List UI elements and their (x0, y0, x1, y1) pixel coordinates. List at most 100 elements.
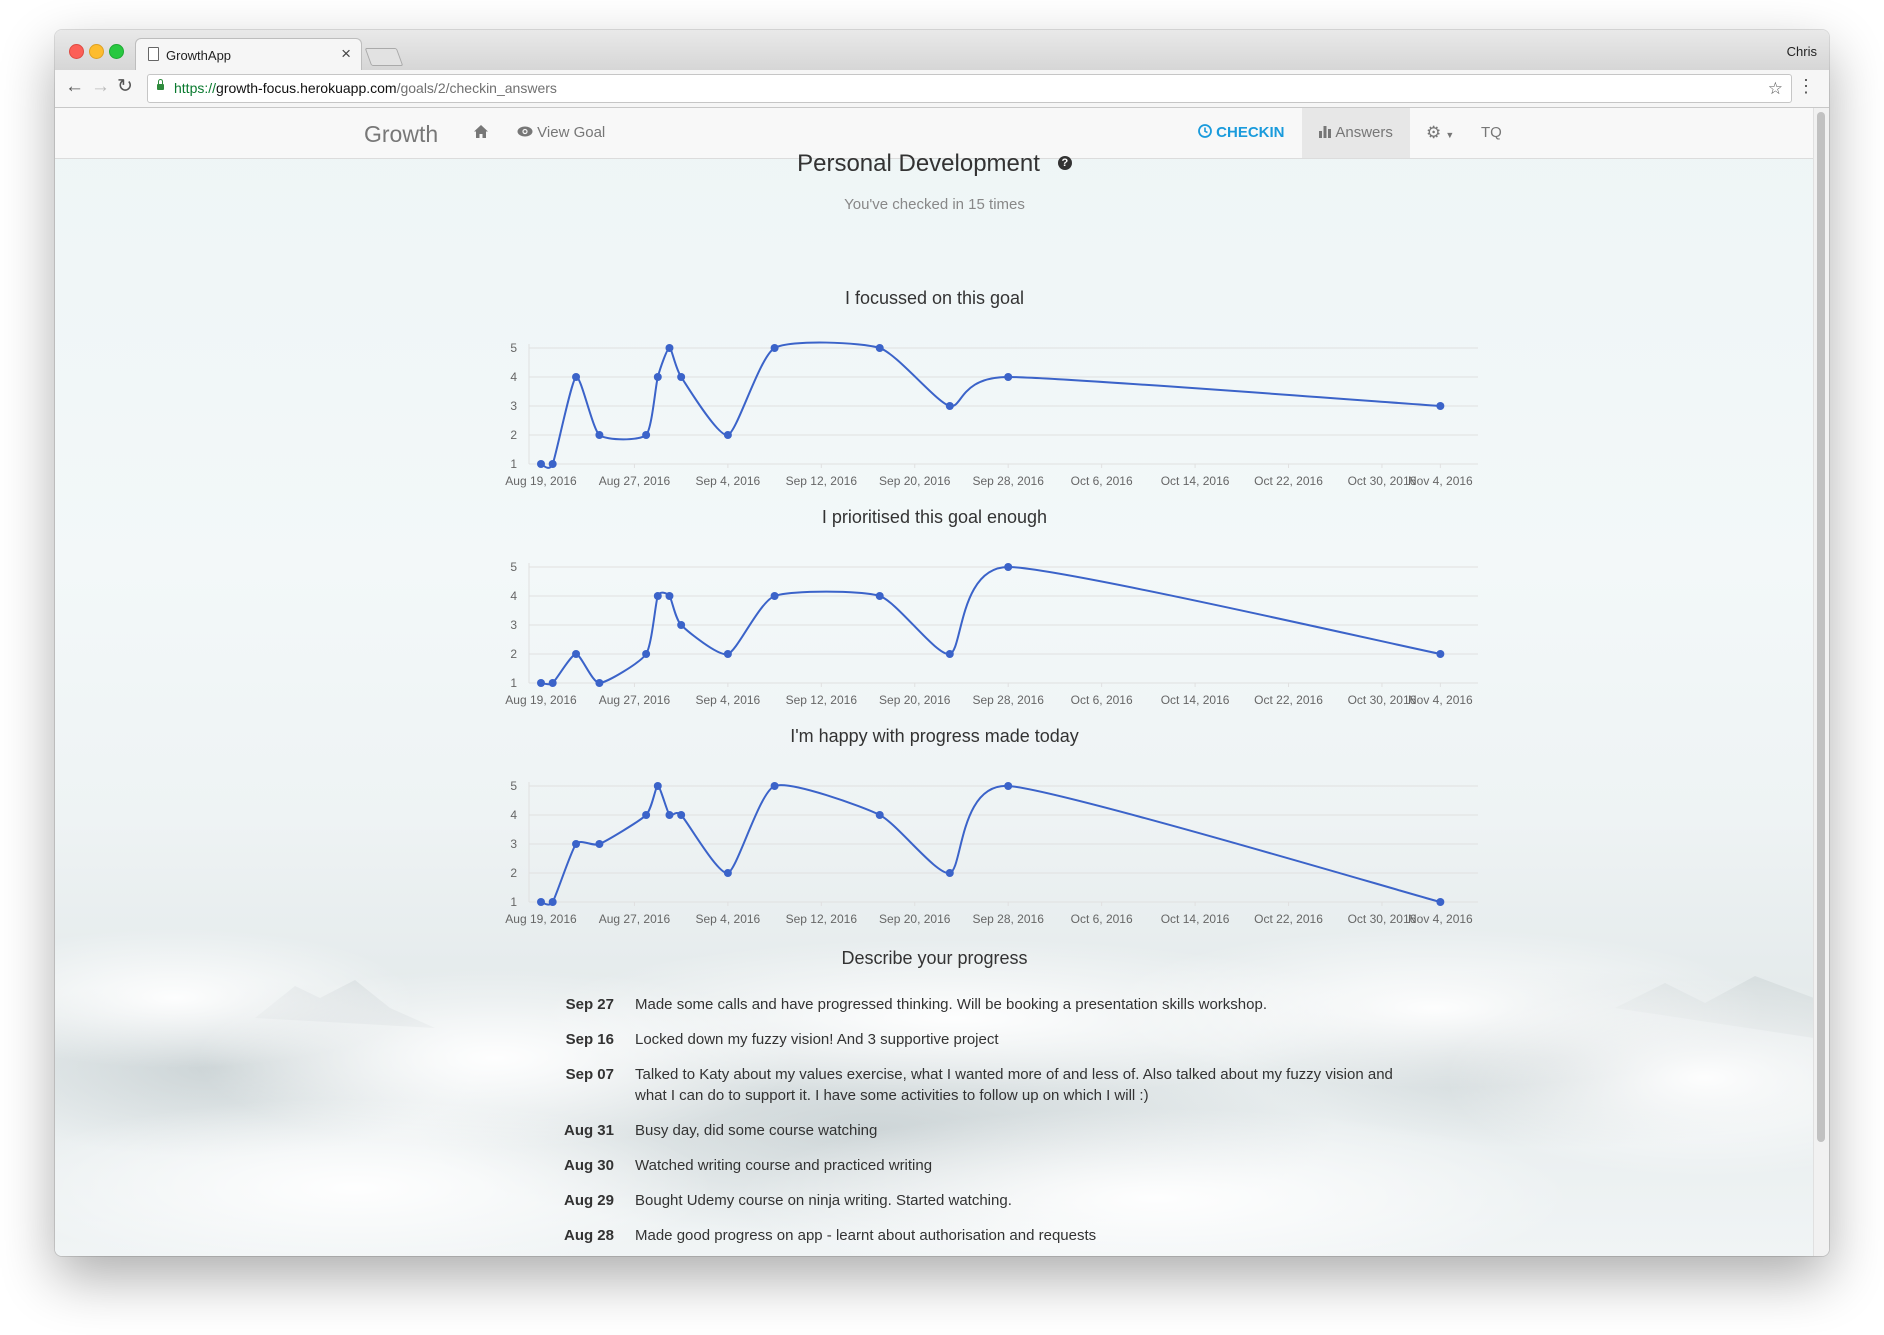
data-point[interactable] (572, 840, 581, 848)
data-point[interactable] (723, 650, 732, 658)
entry-date: Aug 29 (563, 1192, 614, 1209)
data-point[interactable] (677, 373, 686, 381)
forward-arrow-icon[interactable]: → (91, 77, 110, 97)
x-tick-label: Nov 4, 2016 (1408, 474, 1473, 488)
x-tick-label: Oct 30, 2016 (1348, 474, 1417, 488)
data-point[interactable] (945, 402, 954, 410)
minimize-window-button[interactable] (89, 44, 104, 59)
line-chart-focus: 1 2 3 4 5 Aug 19, 2016 Aug 27, 2016 Sep 4, 2016… (505, 341, 1478, 488)
x-tick-label: Aug 27, 2016 (599, 912, 671, 926)
data-point[interactable] (1436, 402, 1445, 410)
y-tick-label: 3 (510, 618, 517, 632)
data-point[interactable] (537, 898, 545, 906)
close-window-button[interactable] (69, 44, 84, 59)
data-point[interactable] (548, 898, 557, 906)
y-tick-label: 3 (510, 399, 517, 413)
scrollbar-thumb[interactable] (1817, 112, 1825, 1142)
data-point[interactable] (770, 782, 779, 790)
data-point[interactable] (665, 811, 674, 819)
x-tick-label: Aug 19, 2016 (505, 474, 577, 488)
entry-date: Sep 07 (565, 1066, 614, 1083)
data-point[interactable] (548, 679, 557, 687)
bookmark-star-icon[interactable]: ☆ (1768, 75, 1783, 102)
view-goal-label: View Goal (537, 124, 606, 141)
data-point[interactable] (572, 650, 581, 658)
data-point[interactable] (665, 344, 674, 352)
entry-date: Sep 27 (565, 996, 614, 1013)
x-tick-label: Oct 14, 2016 (1161, 693, 1230, 707)
data-point[interactable] (642, 431, 651, 439)
checkin-label: CHECKIN (1216, 124, 1285, 141)
data-point[interactable] (595, 840, 604, 848)
data-point[interactable] (665, 592, 674, 600)
y-tick-label: 4 (510, 808, 517, 822)
browser-menu-icon[interactable]: ⋮ (1797, 76, 1815, 96)
back-arrow-icon[interactable]: ← (65, 77, 84, 97)
new-tab-button[interactable] (364, 48, 404, 66)
progress-entry: Aug 30 Watched writing course and practic… (545, 1155, 1395, 1176)
progress-entry: Sep 16 Locked down my fuzzy vision! And 3… (545, 1029, 1395, 1050)
y-tick-label: 2 (510, 428, 517, 442)
progress-entry: Sep 27 Made some calls and have progresse… (545, 994, 1395, 1015)
x-tick-label: Sep 28, 2016 (972, 693, 1044, 707)
data-point[interactable] (1004, 563, 1013, 571)
data-point[interactable] (677, 621, 686, 629)
data-point[interactable] (945, 869, 954, 877)
data-point[interactable] (653, 373, 662, 381)
x-tick-label: Sep 20, 2016 (879, 693, 951, 707)
data-point[interactable] (653, 782, 662, 790)
y-tick-label: 1 (510, 676, 517, 690)
x-tick-label: Oct 30, 2016 (1348, 693, 1417, 707)
x-tick-label: Oct 6, 2016 (1071, 693, 1133, 707)
x-tick-label: Oct 22, 2016 (1254, 693, 1323, 707)
x-tick-label: Aug 19, 2016 (505, 693, 577, 707)
x-tick-label: Sep 12, 2016 (786, 474, 858, 488)
data-point[interactable] (653, 592, 662, 600)
data-point[interactable] (875, 811, 884, 819)
data-point[interactable] (1004, 782, 1013, 790)
browser-tab[interactable]: GrowthApp × (135, 38, 362, 71)
y-tick-label: 4 (510, 370, 517, 384)
data-point[interactable] (537, 679, 545, 687)
chart-title-focus: I focussed on this goal (844, 288, 1025, 308)
data-point[interactable] (875, 592, 884, 600)
data-point[interactable] (642, 811, 651, 819)
progress-list: Sep 27 Made some calls and have progresse… (545, 994, 1395, 1256)
address-bar[interactable]: https://growth-focus.herokuapp.com/goals… (147, 74, 1792, 103)
series-line (540, 341, 1441, 469)
title-bar: GrowthApp × Chris (55, 30, 1829, 71)
data-point[interactable] (677, 811, 686, 819)
profile-name[interactable]: Chris (1787, 44, 1817, 59)
data-point[interactable] (548, 460, 557, 468)
data-point[interactable] (770, 344, 779, 352)
brand-logo[interactable]: Growth (364, 121, 438, 148)
data-point[interactable] (595, 679, 604, 687)
entry-text: Bought Udemy course on ninja writing. St… (635, 1192, 1012, 1209)
reload-icon[interactable]: ↻ (117, 77, 133, 97)
zoom-window-button[interactable] (109, 44, 124, 59)
data-point[interactable] (723, 431, 732, 439)
close-tab-icon[interactable]: × (341, 44, 351, 64)
y-tick-label: 5 (510, 560, 517, 574)
data-point[interactable] (595, 431, 604, 439)
data-point[interactable] (642, 650, 651, 658)
data-point[interactable] (945, 650, 954, 658)
caret-down-icon: ▼ (1445, 130, 1455, 140)
page-title: Personal Development? (55, 150, 1814, 178)
data-point[interactable] (1004, 373, 1013, 381)
y-tick-label: 3 (510, 837, 517, 851)
data-point[interactable] (770, 592, 779, 600)
data-point[interactable] (1436, 650, 1445, 658)
data-point[interactable] (875, 344, 884, 352)
data-point[interactable] (572, 373, 581, 381)
data-point[interactable] (537, 460, 545, 468)
x-tick-label: Sep 20, 2016 (879, 912, 951, 926)
data-point[interactable] (1436, 898, 1445, 906)
page-scrollbar[interactable] (1813, 108, 1829, 1256)
y-tick-label: 5 (510, 341, 517, 355)
x-tick-label: Oct 6, 2016 (1071, 474, 1133, 488)
entry-text: Locked down my fuzzy vision! And 3 suppo… (635, 1031, 999, 1048)
y-tick-label: 1 (510, 895, 517, 909)
question-circle-icon[interactable]: ? (1057, 155, 1072, 170)
data-point[interactable] (723, 869, 732, 877)
